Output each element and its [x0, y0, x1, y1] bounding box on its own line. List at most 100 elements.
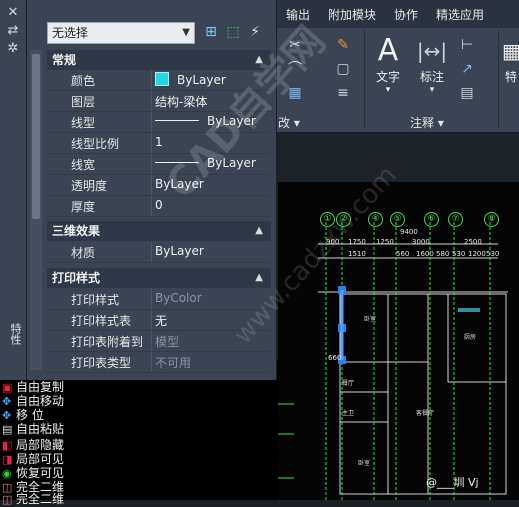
text-button[interactable]: A 文字 ▾	[370, 33, 406, 96]
property-label: 打印样式	[71, 293, 120, 307]
dimension: 580	[436, 250, 450, 258]
palette-title-bar[interactable]: ✕ ⇄ ✲ 特性	[0, 0, 27, 380]
divider	[151, 310, 152, 330]
offset-icon[interactable]: ≡	[334, 84, 352, 102]
floor-plan	[278, 222, 508, 500]
property-row-plot-table-type[interactable]: 打印表类型 不可用	[47, 352, 271, 373]
dimension-icon: |↔|	[416, 39, 448, 63]
property-label: 线宽	[71, 158, 96, 172]
linear-dim-icon[interactable]: ⊢	[458, 36, 476, 54]
property-value[interactable]: 0	[155, 198, 163, 212]
dimension: 1250	[376, 238, 394, 246]
axis-bubble-8: ⑧	[484, 212, 499, 227]
color-swatch	[155, 72, 169, 86]
property-value[interactable]: 1	[155, 135, 163, 149]
text-A-icon: A	[377, 33, 399, 68]
property-value[interactable]: 结构-梁体	[155, 93, 207, 110]
property-label: 打印样式表	[71, 314, 132, 328]
property-value[interactable]: 无	[155, 312, 167, 329]
dimension: 2500	[464, 238, 482, 246]
room-label: 客餐厅	[416, 410, 435, 417]
axis-bubble-6: ⑥	[424, 212, 439, 227]
drawing-model-space[interactable]: ① ② ④ ⑤ ⑥ ⑦ ⑧ E F G 9400 900 1750 1250 3…	[252, 182, 519, 500]
axis-bubble-5: ⑤	[390, 212, 405, 227]
room-label: 卧室	[358, 460, 371, 467]
room-label: 卧室	[364, 316, 377, 323]
property-label: 打印表类型	[71, 356, 132, 370]
paste-icon: ▤	[2, 423, 13, 436]
property-label: 打印表附着到	[71, 335, 144, 349]
special-button[interactable]: ▦ 特	[502, 34, 519, 85]
property-label: 颜色	[71, 74, 96, 88]
dimension: 1750	[348, 238, 366, 246]
toggle-pickadd-icon[interactable]: ⊞	[201, 22, 221, 42]
dimension: 1510	[348, 250, 366, 258]
dimension: 560	[396, 250, 410, 258]
dimension: 1200	[468, 250, 486, 258]
panel-divider	[498, 30, 499, 128]
collapse-icon[interactable]: ▲	[255, 268, 263, 288]
palette-scrollbar[interactable]	[30, 50, 42, 370]
tab-collaborate[interactable]: 协作	[385, 6, 427, 23]
divider	[151, 196, 152, 216]
command-list: ▣ 自由复制 ✥ 自由移动 ✥ 移 位 ▤ 自由粘贴 ◧ 局部隐藏 ◨ 局部可见 ◉ 恢复可见…	[0, 360, 278, 506]
section-3d-effects[interactable]: 三维效果 ▲	[47, 221, 271, 241]
divider	[151, 242, 152, 262]
ribbon-tab-bar: 输出 附加模块 协作 精选应用	[272, 0, 519, 29]
property-value[interactable]: ByLayer	[155, 244, 204, 258]
footer-watermark: @___圳 Vj	[426, 476, 479, 489]
special-button-label: 特	[504, 70, 517, 84]
select-objects-icon[interactable]: ⬚	[223, 22, 243, 42]
dimension-button[interactable]: |↔| 标注 ▾	[414, 34, 450, 95]
text-button-label: 文字	[375, 70, 400, 84]
quick-select-icon[interactable]: ⚡	[245, 22, 265, 42]
tab-addins[interactable]: 附加模块	[319, 6, 385, 23]
3d-box-icon[interactable]: ▢	[334, 60, 352, 78]
palette-title: 特性	[9, 323, 22, 345]
table-icon[interactable]: ▤	[458, 84, 476, 102]
divider	[151, 112, 152, 132]
selection-dropdown[interactable]: 无选择 ▼	[47, 22, 195, 44]
property-value: 模型	[155, 335, 180, 349]
dimension-dropdown-icon: ▾	[429, 85, 435, 95]
dimension: 530	[452, 250, 466, 258]
divider	[151, 289, 152, 309]
annotate-panel-label[interactable]: 注释 ▾	[410, 114, 444, 131]
property-row-plot-style[interactable]: 打印样式 ByColor	[47, 289, 271, 310]
section-print-style[interactable]: 打印样式 ▲	[47, 268, 271, 288]
room-label: 餐厅	[342, 380, 355, 387]
section-general[interactable]: 常规 ▲	[47, 50, 271, 70]
property-label: 材质	[71, 246, 96, 260]
dimension: 660	[328, 354, 342, 362]
property-label: 线型比例	[71, 137, 120, 151]
property-row-thickness[interactable]: 厚度 0	[47, 196, 271, 217]
dimension: 530	[486, 250, 500, 258]
text-dropdown-icon: ▾	[385, 85, 391, 95]
property-value: ByColor	[155, 291, 202, 305]
leader-icon[interactable]: ↗	[458, 60, 476, 78]
settings-icon[interactable]: ✲	[0, 40, 26, 58]
tab-featured-apps[interactable]: 精选应用	[427, 6, 493, 23]
scroll-thumb[interactable]	[32, 54, 40, 219]
property-label: 线型	[71, 116, 96, 130]
property-value[interactable]: ByLayer	[155, 72, 226, 87]
collapse-icon[interactable]: ▲	[255, 221, 263, 241]
divider	[151, 133, 152, 153]
close-icon[interactable]: ✕	[0, 4, 26, 22]
pencil-icon[interactable]: ✎	[334, 36, 352, 54]
command-item[interactable]: ▤ 自由粘贴	[2, 420, 64, 437]
property-row-material[interactable]: 材质 ByLayer	[47, 242, 271, 263]
room-label: 厨房	[464, 334, 477, 341]
modify-panel-label[interactable]: 改 ▾	[278, 114, 300, 131]
divider	[151, 352, 152, 372]
panel-divider	[364, 30, 365, 128]
property-value: 不可用	[155, 356, 192, 370]
selection-value: 无选择	[52, 26, 89, 40]
command-item[interactable]: ◫ 完全二维	[2, 490, 64, 507]
room-label: 主卫	[342, 410, 355, 417]
divider	[151, 175, 152, 195]
dimension-total: 9400	[400, 228, 418, 236]
pin-icon[interactable]: ⇄	[0, 22, 26, 40]
property-label: 厚度	[71, 200, 96, 214]
property-label: 透明度	[71, 179, 108, 193]
